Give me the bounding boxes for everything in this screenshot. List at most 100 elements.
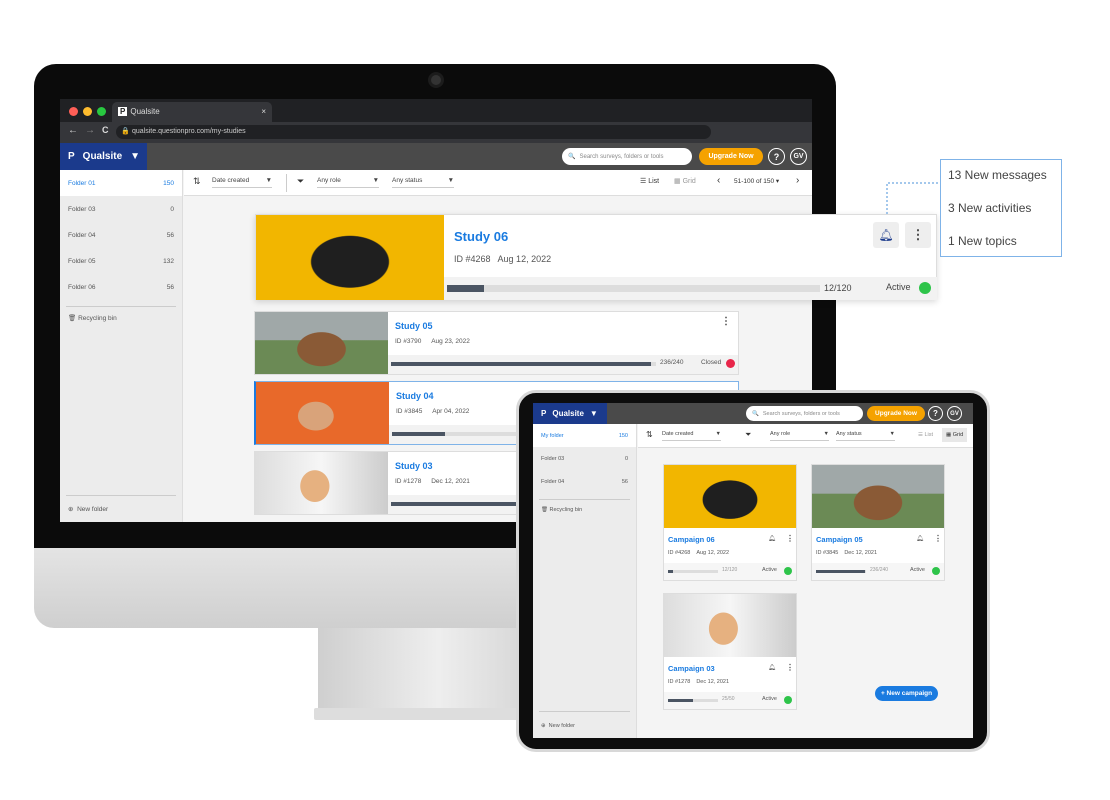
tab-title: Qualsite (130, 107, 160, 116)
url-input[interactable]: 🔒 qualsite.questionpro.com/my-studies (116, 125, 711, 139)
maximize-window-button[interactable] (97, 107, 106, 116)
folder-count: 150 (163, 179, 174, 187)
sidebar-folder-item[interactable]: Folder 04 56 (60, 222, 182, 248)
sort-icon[interactable]: ⇅ (646, 430, 653, 439)
sort-dropdown[interactable]: Date created ▼ (662, 431, 721, 441)
status-dropdown[interactable]: Any status ▼ (392, 177, 454, 188)
help-icon[interactable]: ? (928, 406, 943, 421)
status-label: Active (886, 282, 911, 292)
new-folder-label: New folder (548, 723, 575, 729)
progress-bar (391, 362, 656, 366)
study-title[interactable]: Study 03 (395, 461, 433, 471)
sort-icon[interactable]: ⇅ (193, 176, 201, 187)
folder-count: 132 (163, 257, 174, 265)
sidebar-folder-item[interactable]: Folder 04 56 (533, 470, 636, 493)
bell-icon[interactable]: 🔔︎ (916, 535, 924, 542)
study-title[interactable]: Study 05 (395, 321, 433, 331)
more-options-icon[interactable]: ⋮ (905, 222, 931, 248)
sidebar-folder-item[interactable]: Folder 06 56 (60, 274, 182, 300)
upgrade-button[interactable]: Upgrade Now (867, 406, 925, 421)
sidebar-folder-item[interactable]: Folder 03 0 (533, 447, 636, 470)
grid-view-button[interactable]: ▦ Grid (674, 177, 696, 185)
status-dropdown[interactable]: Any status ▼ (836, 431, 895, 441)
campaign-card[interactable]: Campaign 06 🔔︎ ⋮ ID #4268 Aug 12, 2022 12/120… (663, 464, 797, 581)
study-card-featured[interactable]: Study 06 ID #4268 Aug 12, 2022 12/120 Ac… (255, 214, 937, 300)
sidebar-folder-item[interactable]: Folder 01 150 (60, 170, 182, 196)
notification-messages[interactable]: 13 New messages (948, 168, 1054, 182)
back-icon[interactable]: ← (68, 125, 78, 136)
notification-topics[interactable]: 1 New topics (948, 234, 1054, 248)
folder-count: 0 (624, 455, 628, 462)
forward-icon[interactable]: → (85, 125, 95, 136)
search-input[interactable]: 🔍 Search surveys, folders or tools (562, 148, 692, 165)
role-dropdown[interactable]: Any role ▼ (317, 177, 379, 188)
study-photo-pug (256, 215, 444, 300)
new-campaign-button[interactable]: + New campaign (875, 686, 938, 701)
sidebar-folder-item[interactable]: My folder 150 (533, 424, 636, 447)
sidebar-folder-item[interactable]: Folder 05 132 (60, 248, 182, 274)
bell-icon[interactable]: 🔔︎ (873, 222, 899, 248)
more-options-icon[interactable]: ⋮ (721, 316, 731, 327)
filter-icon[interactable]: ⏷ (745, 430, 751, 440)
campaign-card[interactable]: Campaign 05 🔔︎ ⋮ ID #3845 Dec 12, 2021 236/24… (811, 464, 945, 581)
grid-view-button[interactable]: ▦ Grid (942, 428, 968, 442)
brand-menu[interactable]: P Qualsite ▼ (60, 143, 147, 170)
folder-count: 150 (618, 432, 628, 439)
folder-name: Folder 06 (68, 283, 96, 291)
study-title[interactable]: Study 04 (396, 391, 434, 401)
role-dropdown[interactable]: Any role ▼ (770, 431, 829, 441)
study-photo-hamster (255, 452, 388, 514)
new-folder-button[interactable]: ⊕ New folder (541, 723, 575, 729)
campaign-date: Aug 12, 2022 (696, 550, 730, 556)
sort-dropdown[interactable]: Date created ▼ (212, 177, 272, 188)
pagination-dropdown[interactable]: 51-100 of 150 ▾ (734, 177, 779, 185)
study-title[interactable]: Study 06 (454, 229, 508, 244)
browser-tab[interactable]: P Qualsite × (112, 102, 272, 122)
campaign-card[interactable]: Campaign 03 🔔︎ ⋮ ID #1278 Dec 12, 2021 25/50 A… (663, 593, 797, 710)
tab-close-icon[interactable]: × (261, 107, 266, 116)
bell-icon[interactable]: 🔔︎ (768, 664, 776, 671)
recycling-bin-item[interactable]: 🗑︎ Recycling bin (68, 314, 117, 322)
recycling-bin-item[interactable]: 🗑︎ Recycling bin (541, 507, 582, 513)
next-page-icon[interactable]: › (796, 175, 799, 186)
help-icon[interactable]: ? (768, 148, 785, 165)
study-card[interactable]: Study 05 ID #3790 Aug 23, 2022 236/240 Clos… (254, 311, 739, 375)
avatar[interactable]: GV (790, 148, 807, 165)
more-options-icon[interactable]: ⋮ (786, 534, 794, 543)
app-header: P Qualsite ▼ 🔍 Search surveys, folders or t… (533, 403, 973, 424)
campaign-title[interactable]: Campaign 05 (816, 535, 863, 544)
campaign-id: ID #3845 (816, 550, 839, 556)
list-view-button[interactable]: ☰ List (640, 177, 659, 185)
upgrade-button[interactable]: Upgrade Now (699, 148, 763, 165)
bell-icon[interactable]: 🔔︎ (768, 535, 776, 542)
more-options-icon[interactable]: ⋮ (934, 534, 942, 543)
prev-page-icon[interactable]: ‹ (717, 175, 720, 186)
study-id: ID #3790 (395, 338, 422, 345)
folder-count: 56 (621, 478, 628, 485)
filter-icon[interactable]: ⏷ (297, 176, 304, 187)
url-text: qualsite.questionpro.com/my-studies (132, 128, 246, 135)
minimize-window-button[interactable] (83, 107, 92, 116)
notification-activities[interactable]: 3 New activities (948, 201, 1054, 215)
reload-icon[interactable]: C (102, 125, 109, 135)
more-options-icon[interactable]: ⋮ (786, 663, 794, 672)
campaign-meta: ID #1278 Dec 12, 2021 (668, 679, 729, 685)
brand-menu[interactable]: P Qualsite ▼ (533, 403, 607, 424)
avatar[interactable]: GV (947, 406, 962, 421)
list-view-button[interactable]: ☰ List (918, 432, 933, 438)
sidebar-folder-item[interactable]: Folder 03 0 (60, 196, 182, 222)
campaign-title[interactable]: Campaign 06 (668, 535, 715, 544)
progress-fill (392, 432, 445, 436)
close-window-button[interactable] (69, 107, 78, 116)
search-input[interactable]: 🔍 Search surveys, folders or tools (746, 406, 863, 421)
new-folder-button[interactable]: ⊕ New folder (68, 505, 108, 513)
campaign-title[interactable]: Campaign 03 (668, 664, 715, 673)
sidebar: My folder 150 Folder 03 0 Folder 04 56 🗑︎ Recy… (533, 424, 637, 738)
study-meta: ID #3845 Apr 04, 2022 (396, 408, 469, 415)
notifications-panel: 13 New messages 3 New activities 1 New t… (940, 159, 1062, 257)
callout-connector (886, 182, 941, 214)
progress-count: 12/120 (824, 283, 852, 293)
status-dot (784, 567, 792, 575)
tablet-screen: P Qualsite ▼ 🔍 Search surveys, folders or t… (533, 403, 973, 738)
toolbar: ⇅ Date created ▼ ⏷ Any role ▼ Any status ▼ … (638, 424, 973, 448)
